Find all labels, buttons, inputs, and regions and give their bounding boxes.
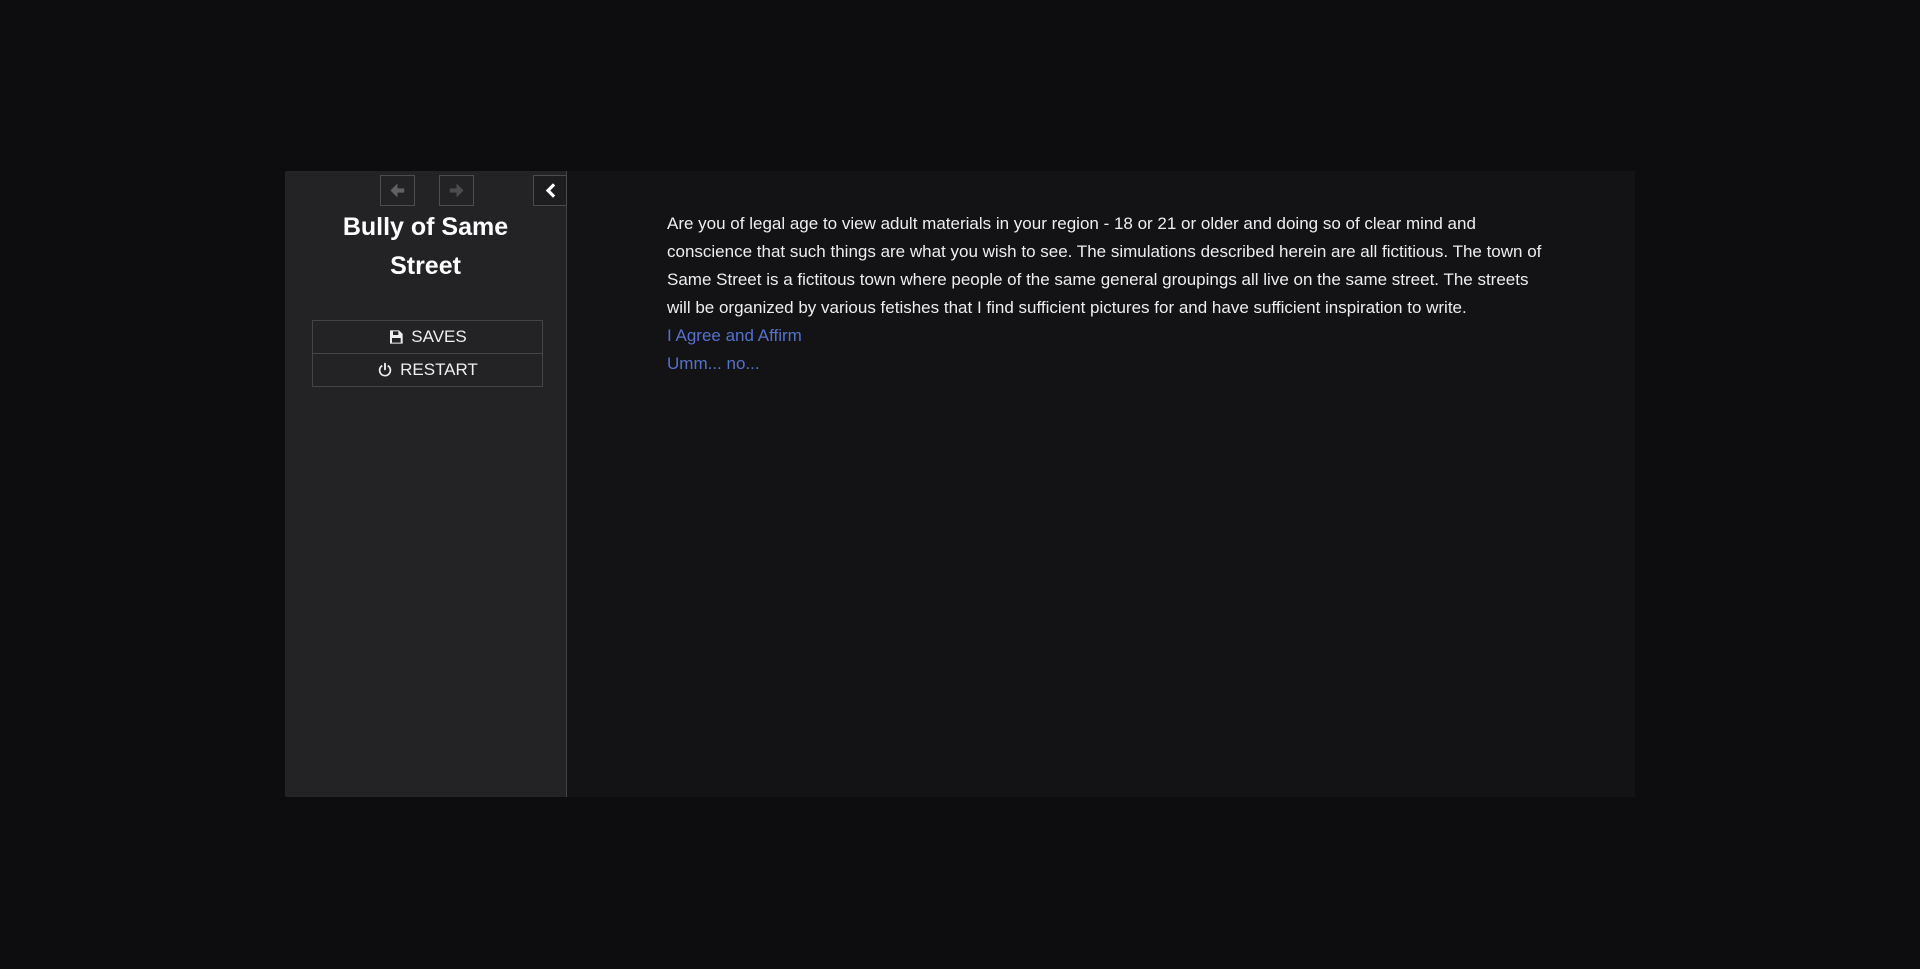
passage: Are you of legal age to view adult mater… <box>667 210 1547 378</box>
ui-bar: Bully of Same Street SAVES RESTART <box>285 171 567 797</box>
chevron-left-icon <box>543 182 558 199</box>
saves-button[interactable]: SAVES <box>312 320 543 354</box>
link-agree-affirm[interactable]: I Agree and Affirm <box>667 322 1547 350</box>
passage-text: Are you of legal age to view adult mater… <box>667 210 1547 322</box>
saves-button-label: SAVES <box>411 327 466 347</box>
sidebar-collapse-toggle[interactable] <box>533 175 567 206</box>
story-title: Bully of Same Street <box>315 208 536 286</box>
story-area: Are you of legal age to view adult mater… <box>567 171 1635 797</box>
history-back-button[interactable] <box>380 175 415 206</box>
history-forward-button[interactable] <box>439 175 474 206</box>
sidebar-menu: SAVES RESTART <box>312 320 543 387</box>
arrow-left-icon <box>389 182 406 199</box>
game-window: Bully of Same Street SAVES RESTART <box>285 171 1635 797</box>
power-icon <box>377 362 393 378</box>
save-icon <box>388 329 404 345</box>
restart-button[interactable]: RESTART <box>312 353 543 387</box>
arrow-right-icon <box>448 182 465 199</box>
link-decline[interactable]: Umm... no... <box>667 350 1547 378</box>
restart-button-label: RESTART <box>400 360 478 380</box>
